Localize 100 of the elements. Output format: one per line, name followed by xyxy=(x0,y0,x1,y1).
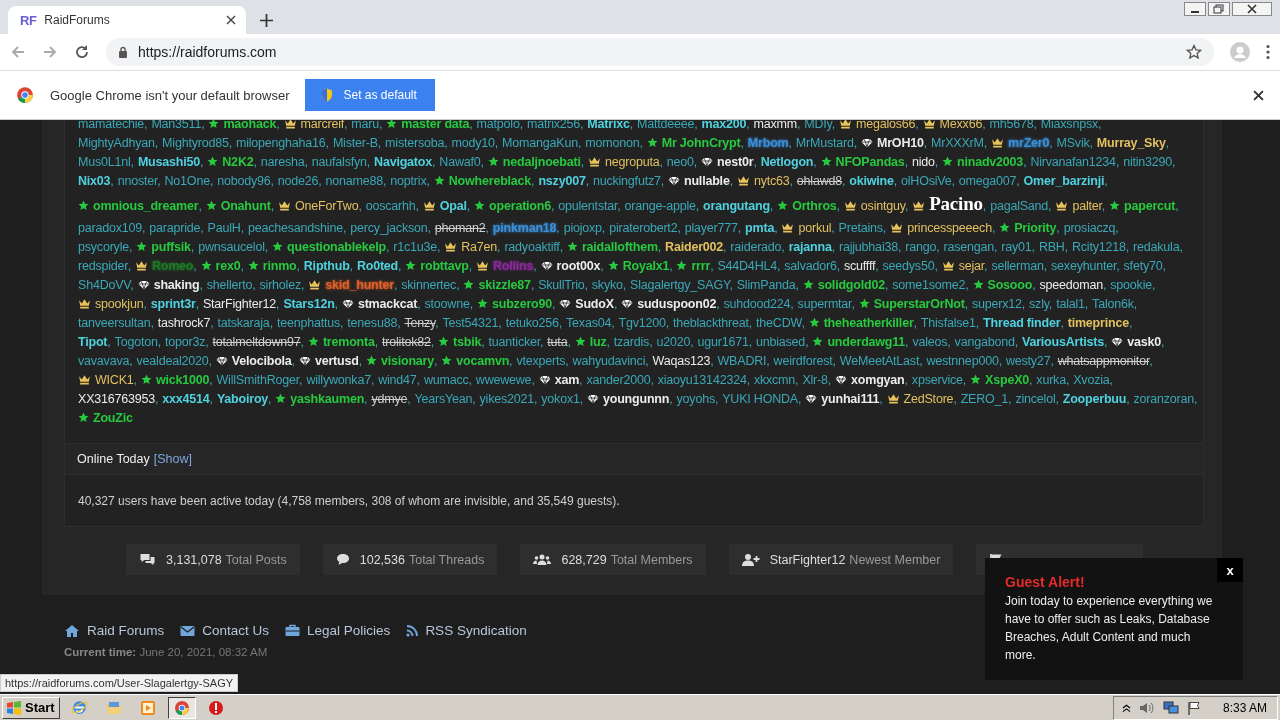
username-link[interactable]: vask0 xyxy=(1127,335,1161,349)
username-link[interactable]: NFOPandas xyxy=(835,155,905,169)
username-link[interactable]: operation6 xyxy=(489,199,551,213)
browser-tab[interactable]: RF RaidForums xyxy=(8,6,246,34)
username-link[interactable]: nuckingfutz7 xyxy=(592,174,661,188)
username-link[interactable]: ray01 xyxy=(1001,240,1032,254)
username-link[interactable]: MomangaKun xyxy=(502,136,578,150)
username-link[interactable]: xxx4514 xyxy=(162,392,210,406)
chrome-icon[interactable] xyxy=(173,699,190,716)
menu-icon[interactable] xyxy=(1266,44,1270,60)
username-link[interactable]: Ripthub xyxy=(303,259,350,273)
username-link[interactable]: Velocibola xyxy=(231,354,292,368)
username-link[interactable]: vertusd xyxy=(314,354,359,368)
username-link[interactable]: stoowne xyxy=(424,297,470,311)
username-link[interactable]: Xvozia xyxy=(1073,373,1110,387)
username-link[interactable]: tetuko256 xyxy=(505,316,559,330)
username-link[interactable]: r1c1u3e xyxy=(393,240,437,254)
username-link[interactable]: sellerman xyxy=(991,259,1044,273)
username-link[interactable]: princesspeeech xyxy=(907,221,992,235)
username-link[interactable]: osintguy xyxy=(860,199,905,213)
username-link[interactable]: milopenghaha16 xyxy=(235,136,326,150)
username-link[interactable]: sprint3r xyxy=(150,297,196,311)
username-link[interactable]: xomgyan xyxy=(851,373,905,387)
username-link[interactable]: nedaljnoebati xyxy=(502,155,581,169)
set-default-button[interactable]: Set as default xyxy=(305,79,435,111)
username-link[interactable]: okiwine xyxy=(849,174,894,188)
username-link[interactable]: VariousArtists xyxy=(1021,335,1104,349)
close-icon[interactable] xyxy=(1253,89,1264,101)
username-link[interactable]: szly xyxy=(1029,297,1049,311)
username-link[interactable]: willywonka7 xyxy=(306,373,371,387)
username-link[interactable]: speedoman xyxy=(1039,278,1103,292)
username-link[interactable]: theblackthreat xyxy=(673,316,749,330)
username-link[interactable]: westnnep000 xyxy=(926,354,999,368)
username-link[interactable]: MrMustard xyxy=(795,136,854,150)
username-link[interactable]: Thisfalse1 xyxy=(920,316,976,330)
footer-link[interactable]: Legal Policies xyxy=(307,623,391,638)
username-link[interactable]: RBH xyxy=(1038,240,1065,254)
username-link[interactable]: Sh4DoVV xyxy=(78,278,131,292)
username-link[interactable]: wumacc xyxy=(423,373,469,387)
username-link[interactable]: Opal xyxy=(439,199,467,213)
username-link[interactable]: Mus0L1nl xyxy=(78,155,131,169)
username-link[interactable]: Thread finder xyxy=(983,316,1061,330)
plus-icon[interactable] xyxy=(260,14,273,27)
username-link[interactable]: negroputa xyxy=(605,155,660,169)
username-link[interactable]: MDIy xyxy=(804,120,832,131)
username-link[interactable]: neo0 xyxy=(666,155,694,169)
username-link[interactable]: piojoxp xyxy=(563,221,602,235)
close-button[interactable]: x xyxy=(1217,558,1243,582)
username-link[interactable]: Nawaf0 xyxy=(439,155,481,169)
username-link[interactable]: Mr JohnCrypt xyxy=(661,136,741,150)
username-link[interactable]: theheatherkiller xyxy=(823,316,914,330)
username-link[interactable]: Tgv1200 xyxy=(618,316,666,330)
username-link[interactable]: MrOH10 xyxy=(877,136,924,150)
username-link[interactable]: Orthros xyxy=(792,199,837,213)
close-icon[interactable] xyxy=(1232,2,1272,16)
username-link[interactable]: timeprince xyxy=(1067,316,1129,330)
footer-link[interactable]: RSS Syndication xyxy=(425,623,527,638)
username-link[interactable]: nido xyxy=(911,155,935,169)
show-link[interactable]: [Show] xyxy=(153,452,192,466)
username-link[interactable]: Nirvanafan1234 xyxy=(1030,155,1116,169)
username-link[interactable]: olHOsiVe xyxy=(901,174,952,188)
username-link[interactable]: nszy007 xyxy=(538,174,586,188)
username-link[interactable]: trolitok82 xyxy=(382,335,431,349)
username-link[interactable]: ZouZic xyxy=(93,411,133,425)
username-link[interactable]: salvador6 xyxy=(784,259,837,273)
username-link[interactable]: orangutang xyxy=(703,199,770,213)
username-link[interactable]: MSvik xyxy=(1056,136,1090,150)
close-icon[interactable] xyxy=(226,15,236,25)
username-link[interactable]: Yaboiroy xyxy=(216,392,269,406)
username-link[interactable]: WICK1 xyxy=(95,373,134,387)
username-link[interactable]: nullable xyxy=(684,174,730,188)
username-link[interactable]: orange-apple xyxy=(624,199,696,213)
username-link[interactable]: omnious_dreamer xyxy=(93,199,199,213)
reload-icon[interactable] xyxy=(74,44,90,60)
username-link[interactable]: skyko xyxy=(591,278,623,292)
username-link[interactable]: raidallofthem xyxy=(581,240,658,254)
username-link[interactable]: Mister-B xyxy=(332,136,378,150)
username-link[interactable]: nobody96 xyxy=(217,174,271,188)
username-link[interactable]: nest0r xyxy=(717,155,754,169)
chevron-up-icon[interactable] xyxy=(1121,702,1131,713)
username-link[interactable]: percy_jackson xyxy=(350,221,428,235)
username-link[interactable]: skid_hunter xyxy=(325,278,394,292)
username-link[interactable]: yoyohs xyxy=(676,392,715,406)
browser-e-icon[interactable] xyxy=(71,699,89,716)
restore-icon[interactable] xyxy=(1208,2,1230,16)
username-link[interactable]: tuanticker xyxy=(488,335,541,349)
footer-link[interactable]: Raid Forums xyxy=(87,623,165,638)
username-link[interactable]: vangabond xyxy=(954,335,1015,349)
username-link[interactable]: sejar xyxy=(958,259,985,273)
username-link[interactable]: rinmo xyxy=(262,259,297,273)
username-link[interactable]: phoman2 xyxy=(434,221,486,235)
username-link[interactable]: opulentstar xyxy=(558,199,618,213)
username-link[interactable]: spookie xyxy=(1110,278,1152,292)
username-link[interactable]: naufalsfyn xyxy=(311,155,367,169)
username-link[interactable]: wind47 xyxy=(378,373,417,387)
username-link[interactable]: subzero90 xyxy=(491,297,552,311)
username-link[interactable]: Pretains xyxy=(838,221,883,235)
username-link[interactable]: skizzle87 xyxy=(478,278,531,292)
username-link[interactable]: Slagalertgy_SAGY xyxy=(630,278,730,292)
username-link[interactable]: robttavp xyxy=(420,259,469,273)
